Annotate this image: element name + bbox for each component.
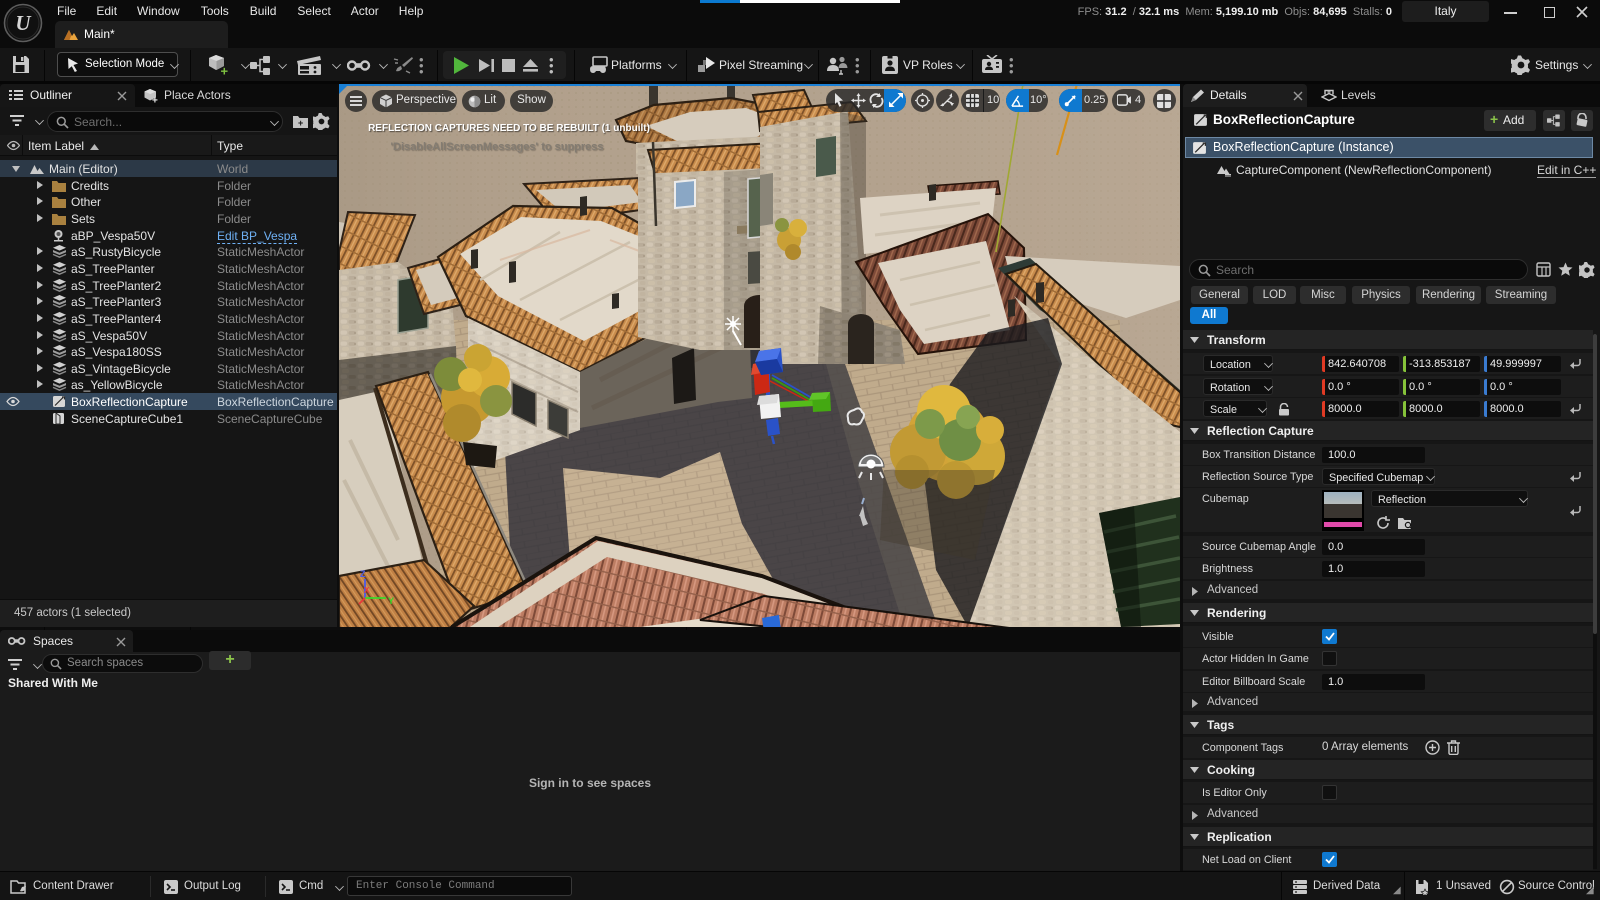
svg-text:Y: Y — [388, 596, 394, 606]
svg-text:+: + — [298, 118, 303, 128]
svg-text:+: + — [152, 96, 158, 105]
svg-text:X: X — [364, 586, 370, 595]
svg-text:+: + — [221, 64, 229, 78]
svg-text:U: U — [15, 11, 32, 35]
svg-text:Z: Z — [360, 569, 366, 579]
